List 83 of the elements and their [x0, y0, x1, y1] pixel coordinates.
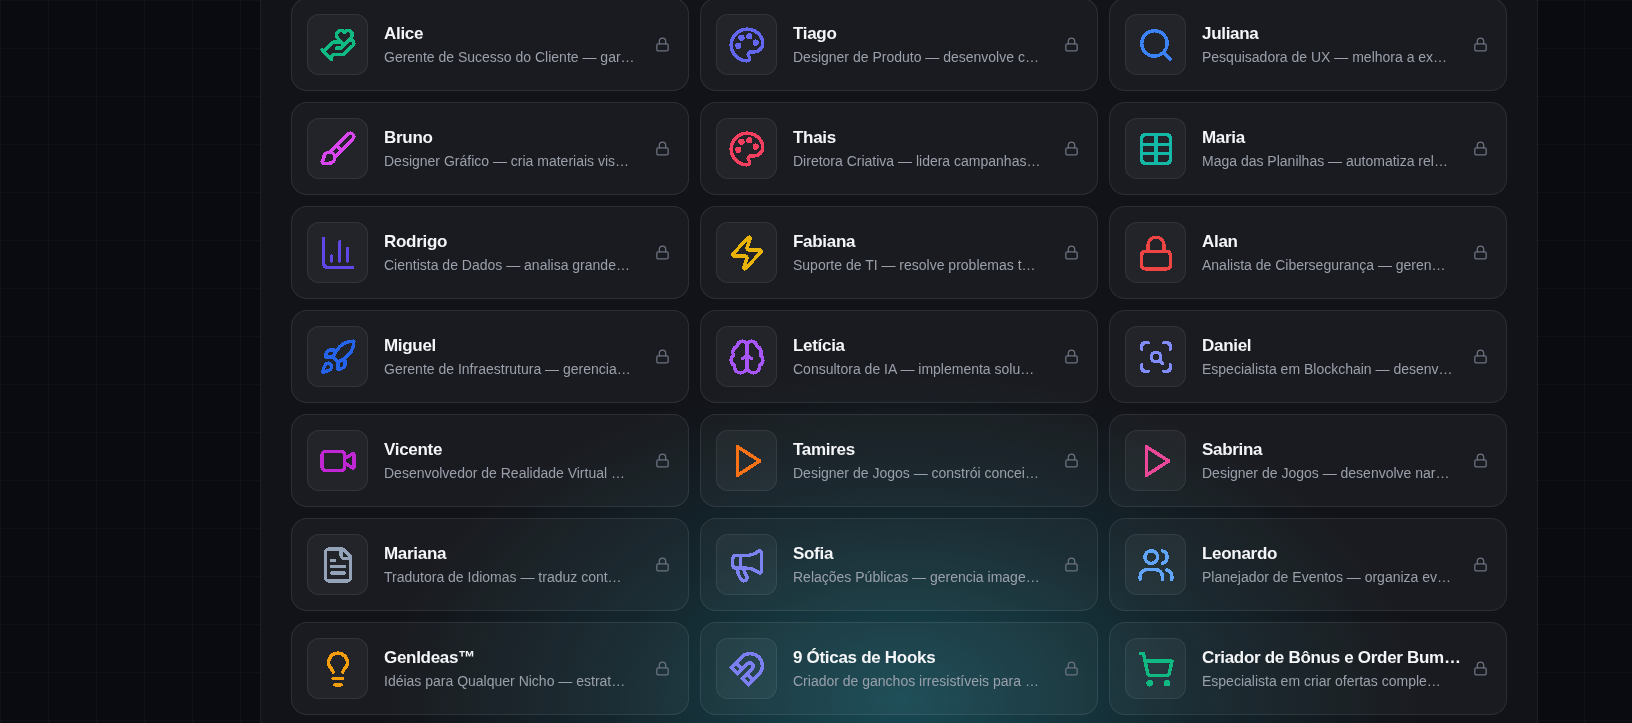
agent-description: Designer de Jogos — constrói concei…	[793, 463, 1039, 482]
shopping-cart-icon	[1125, 638, 1186, 699]
agent-description: Gerente de Infraestrutura — gerencia…	[384, 359, 631, 378]
agent-description: Designer de Jogos — desenvolve nar…	[1202, 463, 1450, 482]
agent-name: Leonardo	[1202, 543, 1278, 564]
agent-name: Tiago	[793, 23, 837, 44]
agent-description: Relações Públicas — gerencia image…	[793, 567, 1040, 586]
agent-name: Sabrina	[1202, 439, 1263, 460]
agent-card[interactable]: Criador de Bônus e Order Bum… Especialista em criar ofertas comple…	[1109, 622, 1507, 715]
agent-card[interactable]: Miguel Gerente de Infraestrutura — gerencia…	[291, 310, 689, 403]
agent-name: Letícia	[793, 335, 845, 356]
agent-description: Criador de ganchos irresistíveis para …	[793, 671, 1039, 690]
agent-card[interactable]: Fabiana Suporte de TI — resolve problemas t…	[700, 206, 1098, 299]
agent-name: Alice	[384, 23, 424, 44]
lightbulb-icon	[307, 638, 368, 699]
agent-description: Consultora de IA — implementa solu…	[793, 359, 1035, 378]
rocket-icon	[307, 326, 368, 387]
agent-description: Designer Gráfico — cria materiais vis…	[384, 151, 630, 170]
agent-description: Especialista em criar ofertas comple…	[1202, 671, 1441, 690]
agent-name: Sofia	[793, 543, 834, 564]
search-icon	[1125, 14, 1186, 75]
agent-name: Daniel	[1202, 335, 1252, 356]
agent-name: Criador de Bônus e Order Bum…	[1202, 647, 1461, 668]
agent-card[interactable]: Maria Maga das Planilhas — automatiza rel…	[1109, 102, 1507, 195]
agent-description: Analista de Cibersegurança — geren…	[1202, 255, 1446, 274]
agent-description: Cientista de Dados — analisa grande…	[384, 255, 630, 274]
agent-card[interactable]: Vicente Desenvolvedor de Realidade Virtual …	[291, 414, 689, 507]
agent-name: Maria	[1202, 127, 1245, 148]
agent-card[interactable]: Mariana Tradutora de Idiomas — traduz cont…	[291, 518, 689, 611]
agent-name: GenIdeas™	[384, 647, 475, 668]
agent-description: Suporte de TI — resolve problemas t…	[793, 255, 1036, 274]
agent-card[interactable]: Letícia Consultora de IA — implementa solu…	[700, 310, 1098, 403]
bar-chart-icon	[307, 222, 368, 283]
agent-card[interactable]: Juliana Pesquisadora de UX — melhora a ex…	[1109, 0, 1507, 91]
table-icon	[1125, 118, 1186, 179]
agent-description: Especialista em Blockchain — desenv…	[1202, 359, 1453, 378]
agent-card[interactable]: 9 Óticas de Hooks Criador de ganchos irresistíveis para …	[700, 622, 1098, 715]
agent-card[interactable]: Sabrina Designer de Jogos — desenvolve nar…	[1109, 414, 1507, 507]
agent-card[interactable]: Alice Gerente de Sucesso do Cliente — gar…	[291, 0, 689, 91]
agent-name: Alan	[1202, 231, 1238, 252]
agent-description: Desenvolvedor de Realidade Virtual …	[384, 463, 625, 482]
agent-name: 9 Óticas de Hooks	[793, 647, 936, 668]
agent-name: Thais	[793, 127, 836, 148]
agent-card[interactable]: Leonardo Planejador de Eventos — organiza ev…	[1109, 518, 1507, 611]
lightning-icon	[716, 222, 777, 283]
agent-description: Tradutora de Idiomas — traduz cont…	[384, 567, 622, 586]
agent-card[interactable]: GenIdeas™ Idéias para Qualquer Nicho — estrat…	[291, 622, 689, 715]
agent-card[interactable]: Tamires Designer de Jogos — constrói concei…	[700, 414, 1098, 507]
agent-name: Miguel	[384, 335, 437, 356]
agent-card[interactable]: Bruno Designer Gráfico — cria materiais vis…	[291, 102, 689, 195]
play-icon	[716, 430, 777, 491]
agent-description: Designer de Produto — desenvolve c…	[793, 47, 1039, 66]
agent-name: Tamires	[793, 439, 855, 460]
agent-name: Bruno	[384, 127, 433, 148]
scan-search-icon	[1125, 326, 1186, 387]
agent-description: Pesquisadora de UX — melhora a ex…	[1202, 47, 1448, 66]
agent-description: Gerente de Sucesso do Cliente — gar…	[384, 47, 635, 66]
agent-description: Maga das Planilhas — automatiza rel…	[1202, 151, 1448, 170]
agent-card[interactable]: Sofia Relações Públicas — gerencia image…	[700, 518, 1098, 611]
palette-icon	[716, 14, 777, 75]
agent-card[interactable]: Daniel Especialista em Blockchain — desenv…	[1109, 310, 1507, 403]
agent-card[interactable]: Tiago Designer de Produto — desenvolve c…	[700, 0, 1098, 91]
agent-description: Diretora Criativa — lidera campanhas…	[793, 151, 1041, 170]
video-camera-icon	[307, 430, 368, 491]
palette-icon	[716, 118, 777, 179]
agent-card[interactable]: Thais Diretora Criativa — lidera campanhas…	[700, 102, 1098, 195]
magnet-icon	[716, 638, 777, 699]
padlock-icon	[1125, 222, 1186, 283]
agent-name: Vicente	[384, 439, 443, 460]
play-icon	[1125, 430, 1186, 491]
megaphone-icon	[716, 534, 777, 595]
agent-name: Mariana	[384, 543, 447, 564]
paintbrush-icon	[307, 118, 368, 179]
agent-card[interactable]: Alan Analista de Cibersegurança — geren…	[1109, 206, 1507, 299]
agent-name: Rodrigo	[384, 231, 448, 252]
people-icon	[1125, 534, 1186, 595]
agent-card[interactable]: Rodrigo Cientista de Dados — analisa grande…	[291, 206, 689, 299]
agent-description: Planejador de Eventos — organiza ev…	[1202, 567, 1452, 586]
agent-name: Juliana	[1202, 23, 1259, 44]
agent-description: Idéias para Qualquer Nicho — estrat…	[384, 671, 626, 690]
brain-icon	[716, 326, 777, 387]
document-icon	[307, 534, 368, 595]
agent-name: Fabiana	[793, 231, 856, 252]
